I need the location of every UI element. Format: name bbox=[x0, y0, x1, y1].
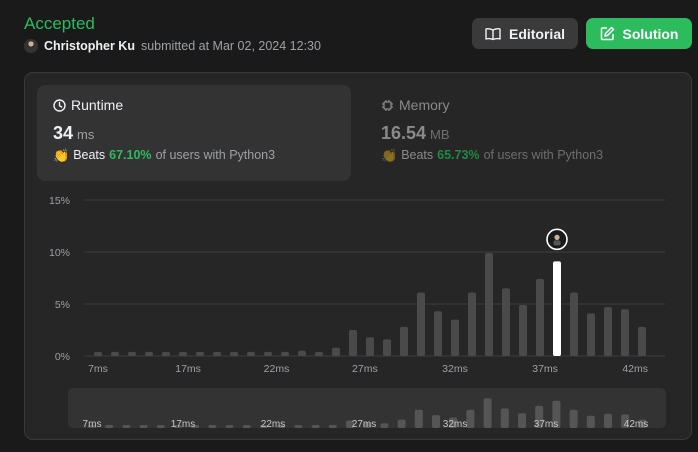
overview-x-tick-label: 22ms bbox=[261, 419, 285, 430]
overview-x-tick-label: 17ms bbox=[171, 419, 195, 430]
x-tick-label: 7ms bbox=[88, 363, 108, 375]
x-tick-label: 32ms bbox=[442, 363, 468, 375]
bar[interactable] bbox=[621, 309, 629, 356]
bar[interactable] bbox=[196, 351, 204, 356]
x-tick-label: 37ms bbox=[532, 363, 558, 375]
overview-bar bbox=[397, 419, 406, 428]
bar[interactable] bbox=[349, 330, 357, 356]
bar[interactable] bbox=[230, 351, 238, 356]
runtime-distribution-chart[interactable]: 15% 10% 5% 0% 7ms 17ms 22ms 27ms 32ms 37ms 42ms 7ms… bbox=[0, 0, 698, 452]
bar[interactable] bbox=[570, 292, 578, 356]
overview-bar bbox=[604, 413, 612, 428]
overview-bar bbox=[500, 408, 509, 428]
overview-bar bbox=[569, 409, 578, 428]
x-tick-label: 42ms bbox=[622, 363, 648, 375]
overview-bar bbox=[156, 425, 165, 428]
bar[interactable] bbox=[332, 347, 340, 356]
bar[interactable] bbox=[468, 292, 476, 356]
bar[interactable] bbox=[315, 351, 323, 356]
bar[interactable] bbox=[298, 350, 306, 356]
avatar-body bbox=[553, 240, 561, 246]
overview-x-tick-label: 27ms bbox=[352, 419, 376, 430]
bar[interactable] bbox=[247, 351, 255, 356]
overview-bar bbox=[311, 425, 320, 428]
bar[interactable] bbox=[451, 319, 459, 356]
y-tick-label: 10% bbox=[49, 247, 70, 259]
overview-bar bbox=[518, 413, 526, 428]
overview-bar bbox=[432, 415, 440, 428]
overview-x-tick-label: 42ms bbox=[624, 419, 648, 430]
bar[interactable] bbox=[434, 311, 442, 356]
bar[interactable] bbox=[400, 326, 408, 356]
overview-bar bbox=[586, 415, 595, 428]
overview-bar bbox=[380, 423, 389, 428]
bar[interactable] bbox=[281, 351, 289, 356]
bar[interactable] bbox=[519, 305, 527, 356]
bar[interactable] bbox=[94, 351, 102, 356]
bar[interactable] bbox=[179, 351, 187, 356]
overview-bar bbox=[294, 425, 303, 428]
y-tick-label: 15% bbox=[49, 195, 70, 207]
overview-bar bbox=[242, 425, 251, 428]
y-tick-label: 0% bbox=[55, 351, 70, 363]
bar[interactable] bbox=[213, 351, 221, 356]
bar[interactable] bbox=[128, 351, 136, 356]
selected-bar[interactable] bbox=[553, 261, 561, 356]
bar[interactable] bbox=[366, 337, 374, 356]
x-tick-label: 17ms bbox=[175, 363, 201, 375]
bar[interactable] bbox=[264, 351, 272, 356]
bar[interactable] bbox=[145, 351, 153, 356]
y-tick-label: 5% bbox=[55, 299, 70, 311]
overview-x-tick-label: 7ms bbox=[83, 419, 102, 430]
bar[interactable] bbox=[536, 279, 544, 356]
x-tick-label: 27ms bbox=[352, 363, 378, 375]
bar[interactable] bbox=[502, 288, 510, 356]
overview-x-tick-label: 32ms bbox=[443, 419, 467, 430]
overview-bar bbox=[208, 425, 217, 428]
overview-bar bbox=[483, 398, 492, 428]
overview-bar bbox=[105, 425, 114, 428]
overview-bar bbox=[466, 409, 475, 428]
bar[interactable] bbox=[638, 326, 646, 356]
overview-bar bbox=[139, 425, 148, 428]
overview-bar bbox=[414, 409, 423, 428]
bar[interactable] bbox=[162, 351, 170, 356]
bar[interactable] bbox=[485, 253, 493, 356]
bar[interactable] bbox=[587, 313, 595, 356]
bar[interactable] bbox=[604, 307, 612, 356]
overview-bar bbox=[225, 425, 234, 428]
bar[interactable] bbox=[383, 339, 391, 356]
x-tick-label: 22ms bbox=[264, 363, 290, 375]
avatar-face bbox=[554, 234, 560, 240]
overview-bar bbox=[122, 425, 131, 428]
bar[interactable] bbox=[111, 351, 119, 356]
overview-bar bbox=[328, 425, 337, 428]
overview-x-tick-label: 37ms bbox=[534, 419, 558, 430]
bar[interactable] bbox=[417, 292, 425, 356]
